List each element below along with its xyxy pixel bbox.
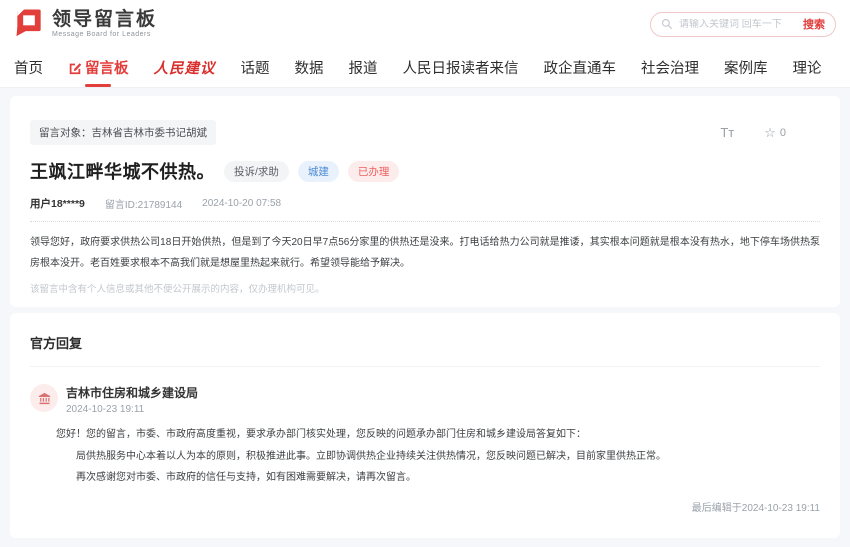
nav-item-reports[interactable]: 报道 xyxy=(349,57,378,78)
app-logo-icon xyxy=(14,7,44,42)
nav-item-data[interactable]: 数据 xyxy=(295,57,324,78)
app-logo-title: 领导留言板 xyxy=(52,10,157,29)
org-name: 吉林市住房和城乡建设局 xyxy=(66,384,198,401)
font-size-control[interactable]: Tт xyxy=(720,125,734,140)
reply-divider xyxy=(30,366,820,367)
reply-paragraph: 再次感谢您对市委、市政府的信任与支持，如有困难需要解决，请再次留言。 xyxy=(56,467,820,489)
recipient-badge: 留言对象：吉林省吉林市委书记胡斌 xyxy=(30,120,216,145)
reply-section-title: 官方回复 xyxy=(30,333,820,352)
message-id: 留言ID:21789144 xyxy=(105,196,182,211)
bank-icon xyxy=(37,391,52,406)
reply-date: 2024-10-23 19:11 xyxy=(66,404,198,415)
tag-complaint: 投诉/求助 xyxy=(224,161,289,182)
tag-status: 已办理 xyxy=(348,161,400,182)
nav-item-social-governance[interactable]: 社会治理 xyxy=(641,57,699,78)
nav-item-topics[interactable]: 话题 xyxy=(241,57,270,78)
star-icon: ☆ xyxy=(764,126,776,139)
reply-paragraph: 局供热服务中心本着以人为本的原则，积极推进此事。立即协调供热企业持续关注供热情况… xyxy=(56,446,820,468)
message-body: 领导您好，政府要求供热公司18日开始供热，但是到了今天20日早7点56分家里的供… xyxy=(30,232,820,274)
message-date: 2024-10-20 07:58 xyxy=(202,198,281,209)
dotted-divider xyxy=(30,221,820,222)
search-icon xyxy=(661,18,673,30)
search-button[interactable]: 搜索 xyxy=(803,16,825,32)
privacy-note: 该留言中含有个人信息或其他不便公开展示的内容，仅办理机构可见。 xyxy=(30,281,820,295)
favorite-button[interactable]: ☆ 0 xyxy=(764,126,786,139)
nav-item-readers-letters[interactable]: 人民日报读者来信 xyxy=(403,57,519,78)
reply-paragraph: 您好！您的留言，市委、市政府高度重视，要求承办部门核实处理，您反映的问题承办部门… xyxy=(56,424,820,446)
reply-body: 您好！您的留言，市委、市政府高度重视，要求承办部门核实处理，您反映的问题承办部门… xyxy=(56,424,820,489)
app-logo-subtitle: Message Board for Leaders xyxy=(52,31,157,38)
header: 领导留言板 Message Board for Leaders 搜索 xyxy=(0,0,850,48)
favorite-count: 0 xyxy=(780,127,786,139)
reply-card: 官方回复 吉林市住房和城乡建设局 2024-10-23 19:11 您好！您的留… xyxy=(10,313,840,538)
main-content: 留言对象：吉林省吉林市委书记胡斌 Tт ☆ 0 王飒江畔华城不供热。 投诉/求助… xyxy=(0,88,850,546)
message-title: 王飒江畔华城不供热。 xyxy=(30,158,215,184)
nav-item-gov-enterprise[interactable]: 政企直通车 xyxy=(544,57,617,78)
nav-item-renmin-suggestion[interactable]: 人民建议 xyxy=(154,57,216,78)
message-card: 留言对象：吉林省吉林市委书记胡斌 Tт ☆ 0 王飒江畔华城不供热。 投诉/求助… xyxy=(10,96,840,307)
reply-item: 吉林市住房和城乡建设局 2024-10-23 19:11 xyxy=(30,384,820,415)
nav-item-theory[interactable]: 理论 xyxy=(793,57,822,78)
search-input[interactable] xyxy=(679,19,797,30)
last-edited: 最后编辑于2024-10-23 19:11 xyxy=(692,499,820,514)
nav-item-case-library[interactable]: 案例库 xyxy=(724,57,768,78)
nav-item-message-board[interactable]: 留言板 xyxy=(68,57,129,78)
nav-bar: 首页 留言板 人民建议 话题 数据 报道 人民日报读者来信 政企直通车 社会治理… xyxy=(0,48,850,88)
tag-category: 城建 xyxy=(298,161,339,182)
org-avatar xyxy=(30,384,58,412)
nav-item-home[interactable]: 首页 xyxy=(14,57,43,78)
app-logo[interactable]: 领导留言板 Message Board for Leaders xyxy=(14,7,157,42)
edit-icon xyxy=(68,61,82,75)
message-user: 用户18****9 xyxy=(30,196,85,211)
search-box: 搜索 xyxy=(650,12,836,37)
